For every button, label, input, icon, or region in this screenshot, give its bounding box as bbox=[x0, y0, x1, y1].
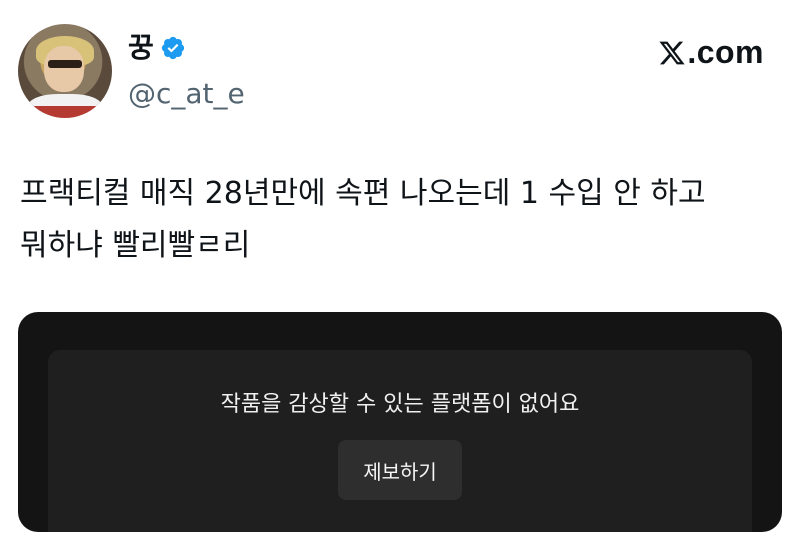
avatar-face bbox=[44, 46, 84, 92]
x-com-logo: .com bbox=[658, 34, 764, 71]
avatar[interactable] bbox=[18, 24, 112, 118]
unavailable-message: 작품을 감상할 수 있는 플랫폼이 없어요 bbox=[220, 392, 580, 417]
avatar-car bbox=[18, 106, 112, 118]
tweet-text: 프랙티컬 매직 28년만에 속편 나오는데 1 수입 안 하고 뭐하냐 빨리빨ㄹ… bbox=[20, 176, 706, 263]
x-logo-text: .com bbox=[687, 34, 764, 70]
tweet-screenshot: 꿍 @c_at_e .com 프랙티컬 매직 28년만에 속편 나오는데 1 수… bbox=[0, 0, 800, 560]
avatar-sunglasses bbox=[48, 60, 82, 68]
author-name-row: 꿍 bbox=[128, 30, 186, 66]
x-logo-icon bbox=[659, 41, 685, 64]
display-name[interactable]: 꿍 bbox=[128, 30, 154, 66]
verified-badge-icon bbox=[160, 35, 186, 61]
media-unavailable-panel: 작품을 감상할 수 있는 플랫폼이 없어요 제보하기 bbox=[48, 350, 752, 532]
author-handle[interactable]: @c_at_e bbox=[128, 76, 245, 112]
report-button[interactable]: 제보하기 bbox=[338, 440, 462, 500]
media-embed-card: 작품을 감상할 수 있는 플랫폼이 없어요 제보하기 bbox=[18, 312, 782, 532]
